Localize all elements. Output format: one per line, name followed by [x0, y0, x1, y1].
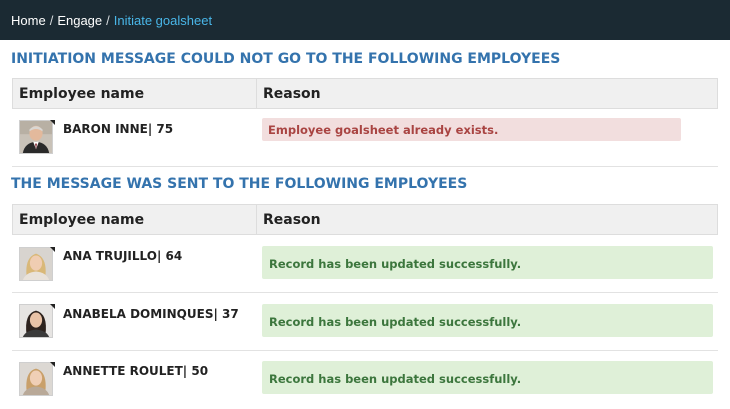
- column-divider: [256, 79, 257, 108]
- employee-avatar[interactable]: [19, 247, 53, 281]
- breadcrumb-separator: /: [106, 13, 110, 28]
- sent-section-title: THE MESSAGE WAS SENT TO THE FOLLOWING EM…: [11, 176, 468, 192]
- success-reason-badge: Record has been updated successfully.: [262, 304, 713, 337]
- employee-name[interactable]: BARON INNE| 75: [63, 122, 173, 136]
- breadcrumb-separator: /: [49, 13, 54, 28]
- column-divider: [256, 205, 257, 234]
- sent-table-header: Employee name Reason: [12, 204, 718, 235]
- failed-table-header: Employee name Reason: [12, 78, 718, 109]
- top-bar: Home / Engage / Initiate goalsheet: [0, 0, 730, 40]
- employee-avatar[interactable]: [19, 304, 53, 338]
- profile-flag-icon: [50, 362, 55, 367]
- employee-photo-female-icon: [20, 305, 52, 337]
- row-divider: [12, 292, 718, 293]
- success-reason-badge: Record has been updated successfully.: [262, 246, 713, 279]
- profile-flag-icon: [50, 304, 55, 309]
- profile-flag-icon: [50, 247, 55, 252]
- employee-name[interactable]: ANA TRUJILLO| 64: [63, 249, 182, 263]
- row-divider: [12, 166, 718, 167]
- employee-avatar[interactable]: [19, 362, 53, 396]
- breadcrumb-current: Initiate goalsheet: [113, 13, 213, 28]
- column-header-reason: Reason: [263, 212, 321, 228]
- employee-avatar[interactable]: [19, 120, 53, 154]
- employee-photo-female-icon: [20, 248, 52, 280]
- employee-name[interactable]: ANABELA DOMINQUES| 37: [63, 307, 239, 321]
- employee-name[interactable]: ANNETTE ROULET| 50: [63, 364, 208, 378]
- employee-photo-male-icon: [20, 121, 52, 153]
- breadcrumb-home-link[interactable]: Home: [11, 13, 46, 28]
- column-header-reason: Reason: [263, 86, 321, 102]
- error-reason-badge: Employee goalsheet already exists.: [262, 118, 681, 141]
- row-divider: [12, 350, 718, 351]
- breadcrumb: Home / Engage / Initiate goalsheet: [11, 13, 212, 28]
- profile-flag-icon: [50, 120, 55, 125]
- failed-section-title: INITIATION MESSAGE COULD NOT GO TO THE F…: [11, 51, 561, 67]
- column-header-employee-name: Employee name: [19, 212, 145, 228]
- column-header-employee-name: Employee name: [19, 86, 145, 102]
- breadcrumb-engage-link[interactable]: Engage: [57, 13, 102, 28]
- success-reason-badge: Record has been updated successfully.: [262, 361, 713, 394]
- employee-photo-female-icon: [20, 363, 52, 395]
